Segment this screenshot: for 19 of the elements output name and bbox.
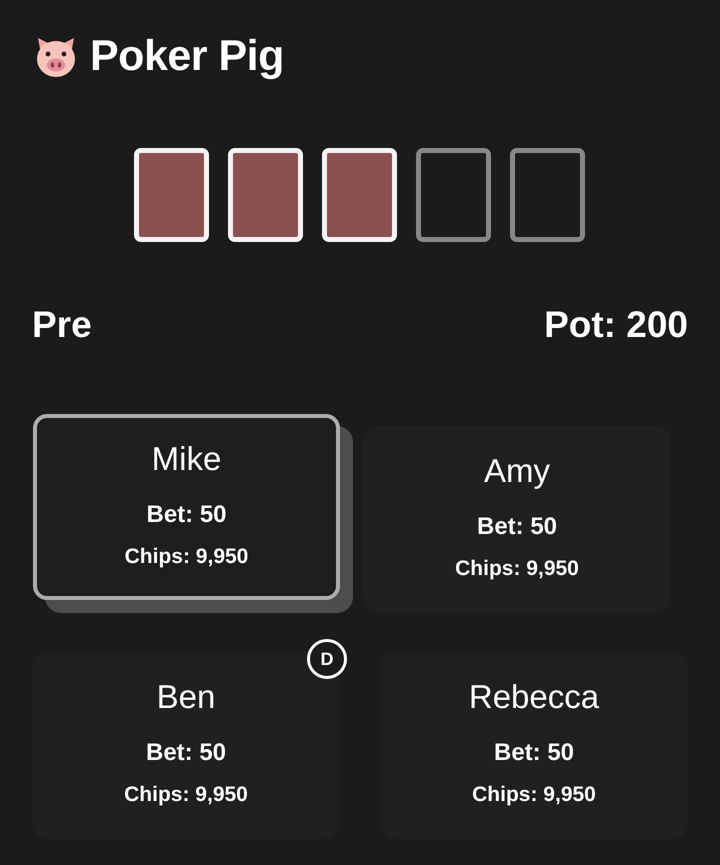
player-name: Ben [156, 677, 216, 717]
player-name: Rebecca [468, 677, 600, 717]
round-stage: Pre [32, 303, 92, 347]
player-name: Amy [484, 451, 550, 491]
player-bet: Bet: 50 [476, 512, 558, 542]
player-card[interactable]: Mike Bet: 50 Chips: 9,950 [33, 414, 340, 600]
player-chips: Chips: 9,950 [124, 544, 248, 570]
player-card[interactable]: Amy Bet: 50 Chips: 9,950 [363, 426, 671, 613]
app-title: Poker Pig [90, 31, 284, 82]
player-chips: Chips: 9,950 [124, 782, 248, 808]
player-bet: Bet: 50 [494, 738, 574, 768]
player-chips: Chips: 9,950 [455, 556, 579, 582]
player-name: Mike [152, 439, 222, 479]
player-bet: Bet: 50 [146, 500, 227, 530]
dealer-badge: D [307, 639, 347, 679]
player-chips: Chips: 9,950 [472, 782, 596, 808]
player-card[interactable]: Rebecca Bet: 50 Chips: 9,950 [380, 652, 688, 839]
player-bet: Bet: 50 [146, 738, 226, 768]
pot-total: Pot: 200 [544, 303, 688, 347]
